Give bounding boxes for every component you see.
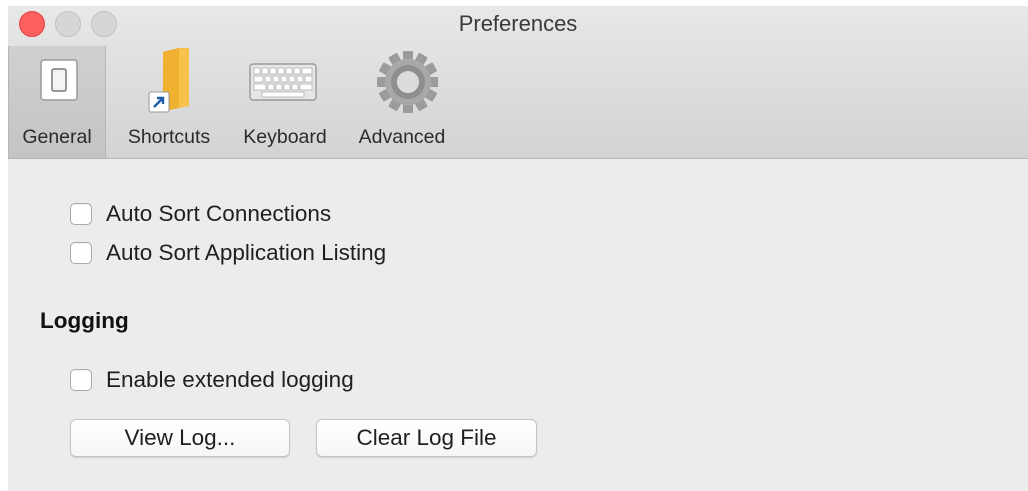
extended-logging-option[interactable]: Enable extended logging [70, 367, 354, 393]
keyboard-icon [232, 48, 338, 116]
auto-sort-application-listing-checkbox[interactable] [70, 242, 92, 264]
window-title: Preferences [458, 11, 578, 36]
folder-shortcut-icon [133, 48, 205, 116]
preferences-window: Preferences General Shortcuts Keyboard A… [8, 6, 1028, 491]
tab-shortcuts-label: Shortcuts [127, 126, 211, 148]
extended-logging-checkbox[interactable] [70, 369, 92, 391]
clear-log-file-button[interactable]: Clear Log File [316, 419, 537, 457]
auto-sort-connections-option[interactable]: Auto Sort Connections [70, 201, 331, 227]
view-log-button[interactable]: View Log... [70, 419, 290, 457]
gear-icon [366, 48, 439, 116]
logging-heading: Logging [40, 308, 129, 333]
auto-sort-application-listing-option[interactable]: Auto Sort Application Listing [70, 240, 386, 266]
switch-icon [21, 48, 93, 116]
general-pane: Auto Sort Connections Auto Sort Applicat… [8, 159, 1028, 491]
tab-general[interactable]: General [8, 46, 106, 158]
extended-logging-label[interactable]: Enable extended logging [106, 367, 354, 393]
tab-general-label: General [22, 126, 92, 148]
tab-advanced-label: Advanced [358, 126, 446, 148]
tab-shortcuts[interactable]: Shortcuts [110, 46, 228, 158]
auto-sort-application-listing-label[interactable]: Auto Sort Application Listing [106, 240, 386, 266]
tab-advanced[interactable]: Advanced [342, 46, 462, 158]
auto-sort-connections-checkbox[interactable] [70, 203, 92, 225]
toolbar: Preferences General Shortcuts Keyboard A… [8, 6, 1028, 159]
tab-keyboard-label: Keyboard [243, 126, 327, 148]
auto-sort-connections-label[interactable]: Auto Sort Connections [106, 201, 331, 227]
tab-keyboard[interactable]: Keyboard [232, 46, 338, 158]
